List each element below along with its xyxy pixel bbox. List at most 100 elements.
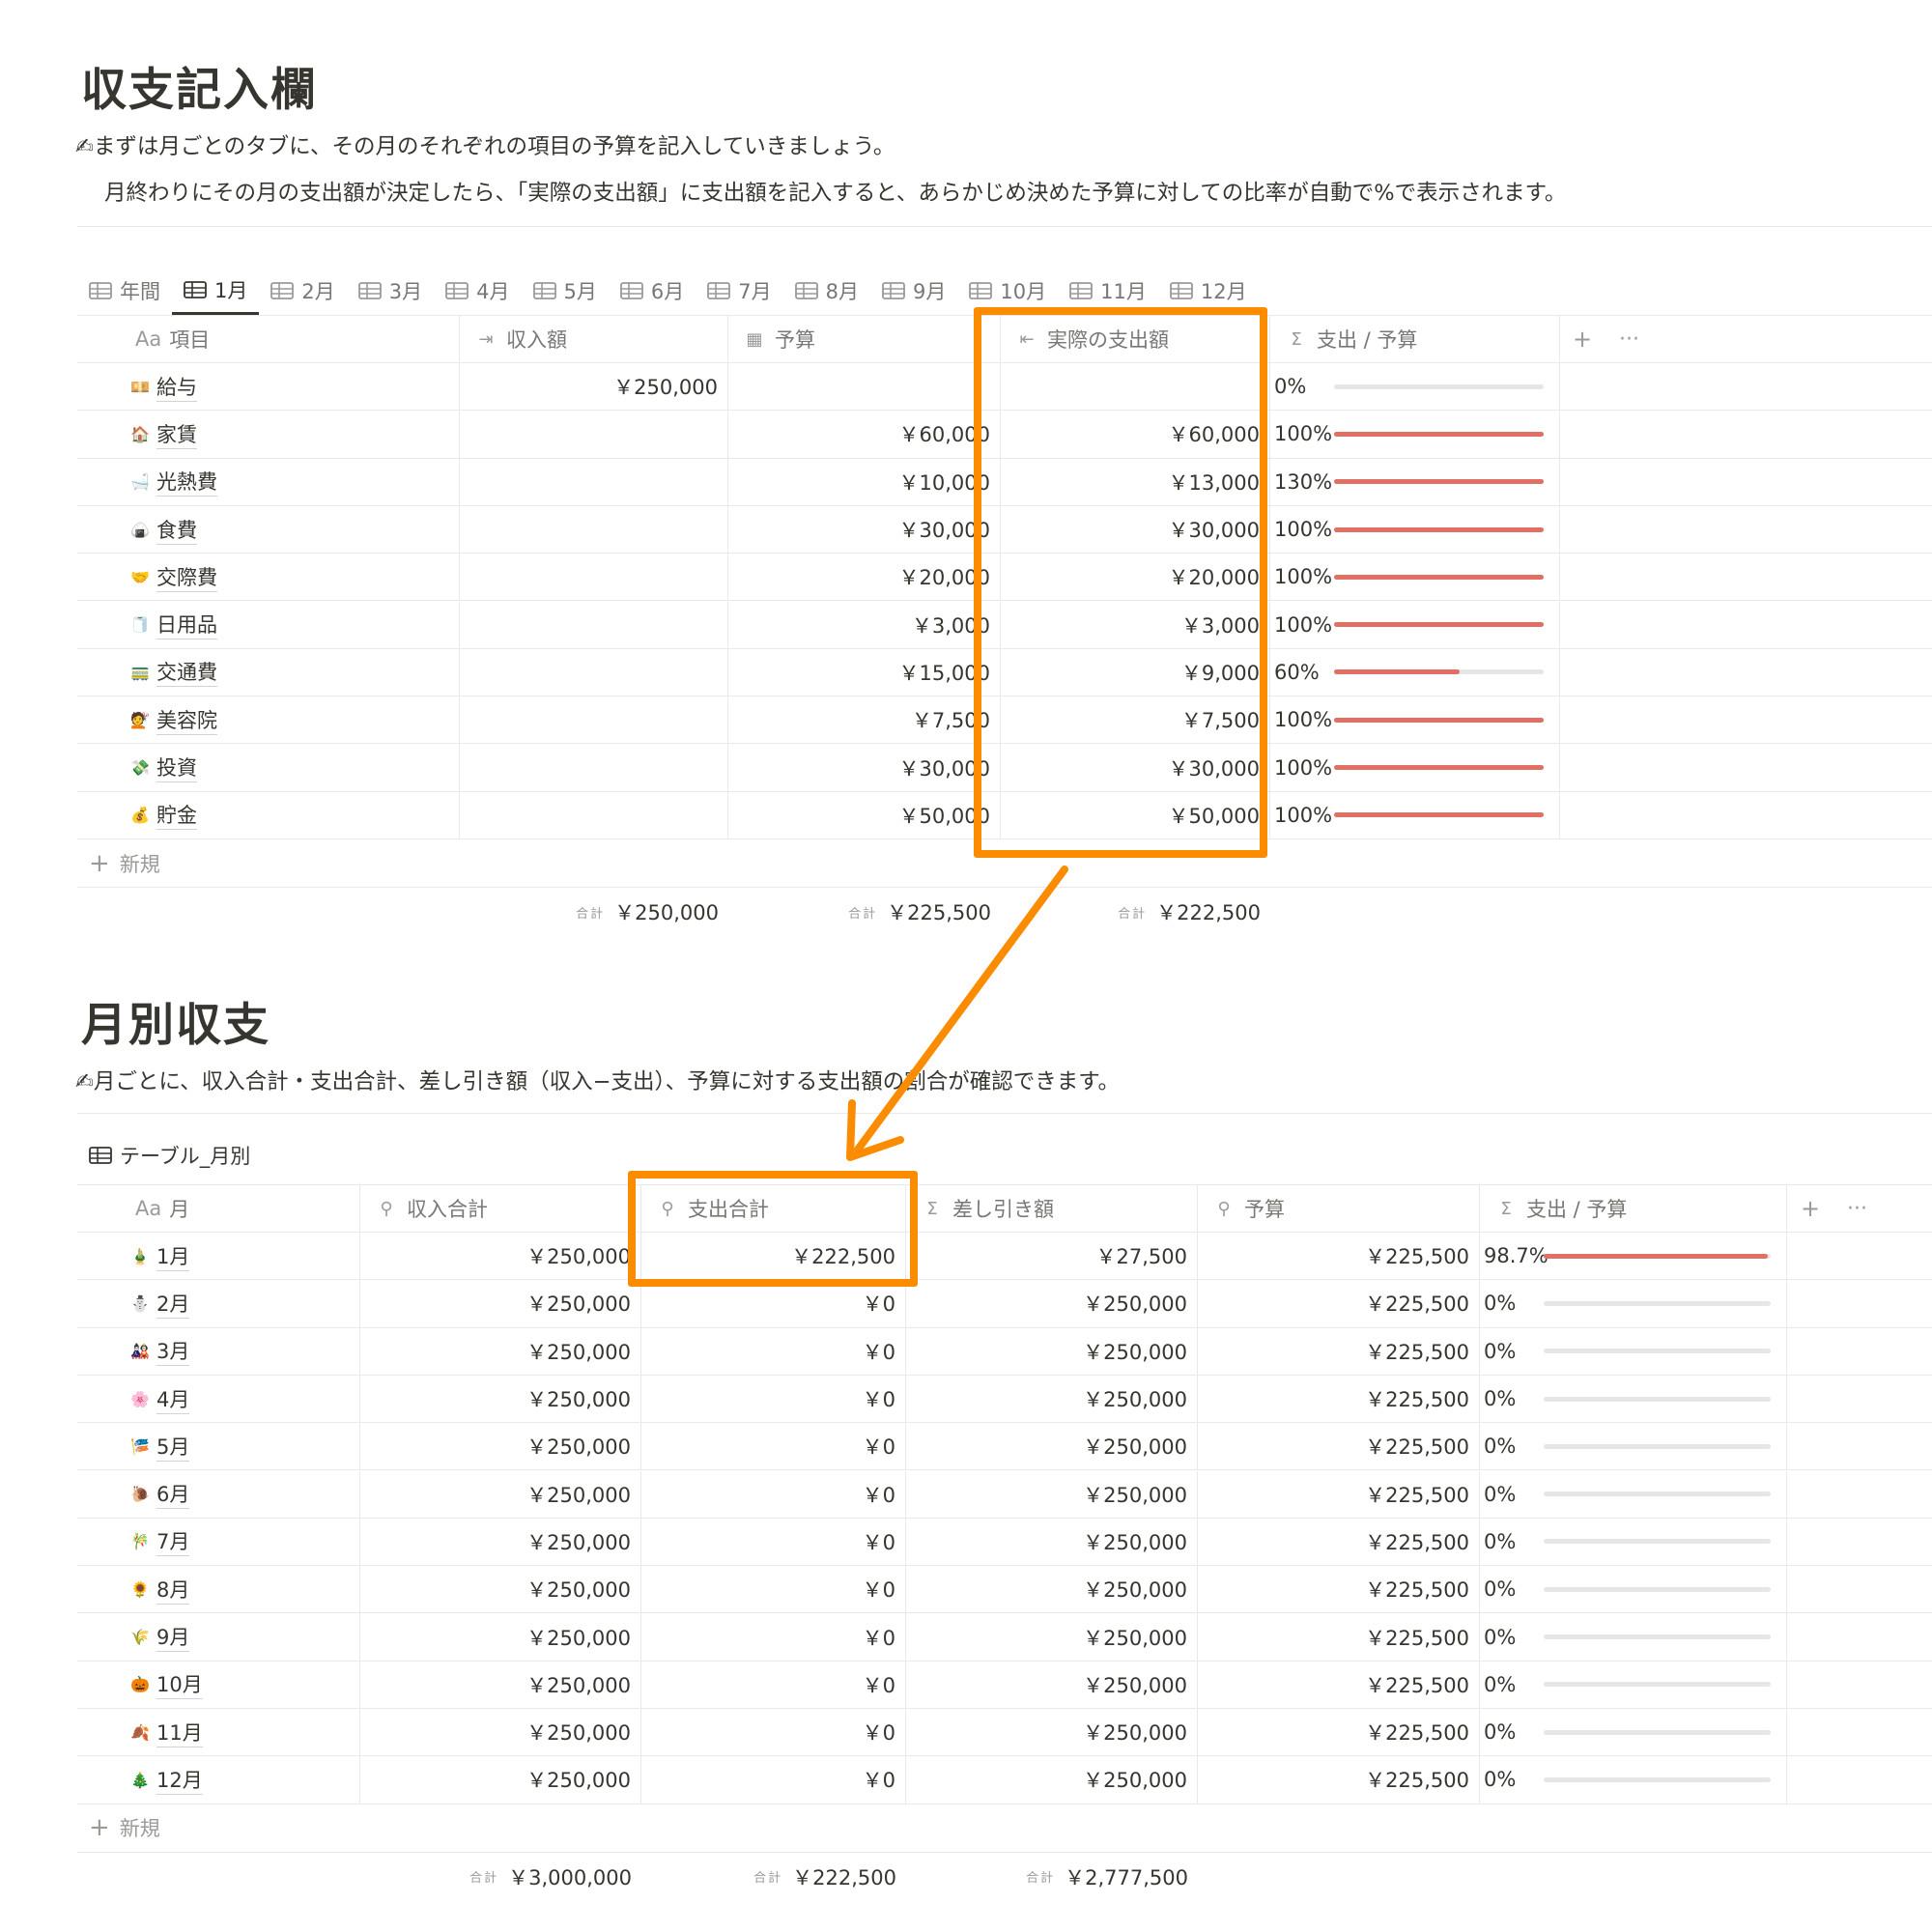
header-budget[interactable]: ▦ 予算	[728, 316, 1001, 362]
actual-expense-cell[interactable]: ￥13,000	[1001, 458, 1270, 505]
expense-total-cell[interactable]: ￥222,500	[641, 1233, 906, 1280]
table-row[interactable]: 🌸 4月 ￥250,000 ￥0 ￥250,000 ￥225,500 0%	[77, 1375, 1932, 1424]
month-name-cell[interactable]: 🎏 5月	[77, 1423, 360, 1470]
month-name-cell[interactable]: 🌾 9月	[77, 1613, 360, 1661]
tab-month-10[interactable]: 10月	[957, 267, 1058, 315]
income-cell[interactable]	[460, 648, 728, 696]
income-cell[interactable]	[460, 791, 728, 838]
difference-cell[interactable]: ￥250,000	[906, 1613, 1198, 1661]
tab-month-2[interactable]: 2月	[259, 267, 346, 315]
table-row[interactable]: 🌾 9月 ￥250,000 ￥0 ￥250,000 ￥225,500 0%	[77, 1613, 1932, 1662]
budget-cell[interactable]: ￥50,000	[728, 791, 1001, 838]
budget-cell[interactable]: ￥20,000	[728, 554, 1001, 601]
item-name-cell[interactable]: 🤝 交際費	[77, 554, 460, 601]
income-total-cell[interactable]: ￥250,000	[360, 1470, 641, 1518]
expense-total-cell[interactable]: ￥0	[641, 1661, 906, 1708]
income-total-cell[interactable]: ￥250,000	[360, 1518, 641, 1566]
actual-expense-cell[interactable]: ￥3,000	[1001, 601, 1270, 648]
expense-total-cell[interactable]: ￥0	[641, 1613, 906, 1661]
expense-total-cell[interactable]: ￥0	[641, 1470, 906, 1518]
actual-expense-cell[interactable]: ￥20,000	[1001, 554, 1270, 601]
income-total-cell[interactable]: ￥250,000	[360, 1756, 641, 1804]
actual-expense-cell[interactable]: ￥30,000	[1001, 505, 1270, 554]
expense-total-cell[interactable]: ￥0	[641, 1280, 906, 1327]
income-total-cell[interactable]: ￥250,000	[360, 1661, 641, 1708]
budget-cell[interactable]: ￥225,500	[1198, 1756, 1480, 1804]
budget-cell[interactable]: ￥225,500	[1198, 1280, 1480, 1327]
table-row[interactable]: 🧻 日用品 ￥3,000 ￥3,000 100%	[77, 601, 1932, 649]
income-total-cell[interactable]: ￥250,000	[360, 1375, 641, 1423]
tab-month-8[interactable]: 8月	[783, 267, 870, 315]
more-options-button[interactable]: ···	[1847, 1185, 1886, 1232]
income-cell[interactable]: ￥250,000	[460, 363, 728, 411]
budget-cell[interactable]: ￥15,000	[728, 648, 1001, 696]
expense-total-cell[interactable]: ￥0	[641, 1423, 906, 1470]
tab-month-9[interactable]: 9月	[870, 267, 957, 315]
income-total-cell[interactable]: ￥250,000	[360, 1566, 641, 1613]
actual-expense-cell[interactable]: ￥9,000	[1001, 648, 1270, 696]
month-name-cell[interactable]: ⛄ 2月	[77, 1280, 360, 1327]
add-column-button[interactable]: +	[1801, 1185, 1839, 1232]
difference-cell[interactable]: ￥250,000	[906, 1709, 1198, 1756]
table-row[interactable]: 🚃 交通費 ￥15,000 ￥9,000 60%	[77, 648, 1932, 697]
table-row[interactable]: 💇 美容院 ￥7,500 ￥7,500 100%	[77, 696, 1932, 745]
table-row[interactable]: 🎃 10月 ￥250,000 ￥0 ￥250,000 ￥225,500 0%	[77, 1661, 1932, 1709]
header-month[interactable]: Aa 月	[77, 1185, 360, 1232]
header-budget[interactable]: ⚲ 予算	[1198, 1185, 1480, 1232]
header-difference[interactable]: Σ 差し引き額	[906, 1185, 1198, 1232]
actual-expense-cell[interactable]: ￥50,000	[1001, 791, 1270, 838]
budget-cell[interactable]	[728, 363, 1001, 411]
income-cell[interactable]	[460, 458, 728, 505]
item-name-cell[interactable]: 💰 貯金	[77, 791, 460, 838]
income-cell[interactable]	[460, 601, 728, 648]
tab-month-7[interactable]: 7月	[696, 267, 782, 315]
item-name-cell[interactable]: 💸 投資	[77, 744, 460, 791]
table-row[interactable]: 🍙 食費 ￥30,000 ￥30,000 100%	[77, 505, 1932, 554]
difference-cell[interactable]: ￥250,000	[906, 1423, 1198, 1470]
expense-total-cell[interactable]: ￥0	[641, 1566, 906, 1613]
income-total-cell[interactable]: ￥250,000	[360, 1423, 641, 1470]
table-row[interactable]: 🌻 8月 ￥250,000 ￥0 ￥250,000 ￥225,500 0%	[77, 1566, 1932, 1614]
month-name-cell[interactable]: 🎋 7月	[77, 1518, 360, 1566]
table-row[interactable]: 🏠 家賃 ￥60,000 ￥60,000 100%	[77, 411, 1932, 459]
month-name-cell[interactable]: 🎍 1月	[77, 1233, 360, 1280]
actual-expense-cell[interactable]: ￥60,000	[1001, 411, 1270, 458]
table-row[interactable]: 🤝 交際費 ￥20,000 ￥20,000 100%	[77, 554, 1932, 602]
income-cell[interactable]	[460, 554, 728, 601]
income-cell[interactable]	[460, 505, 728, 554]
add-column-button[interactable]: +	[1573, 316, 1611, 362]
income-total-cell[interactable]: ￥250,000	[360, 1327, 641, 1375]
actual-expense-cell[interactable]: ￥7,500	[1001, 696, 1270, 744]
actual-expense-cell[interactable]: ￥30,000	[1001, 744, 1270, 791]
item-name-cell[interactable]: 🧻 日用品	[77, 601, 460, 648]
tab-month-1[interactable]: 1月	[172, 267, 260, 315]
tab-annual[interactable]: 年間	[77, 267, 172, 315]
income-cell[interactable]	[460, 744, 728, 791]
tab-month-12[interactable]: 12月	[1158, 267, 1259, 315]
expense-total-cell[interactable]: ￥0	[641, 1518, 906, 1566]
budget-cell[interactable]: ￥225,500	[1198, 1518, 1480, 1566]
budget-cell[interactable]: ￥225,500	[1198, 1423, 1480, 1470]
more-options-button[interactable]: ···	[1619, 316, 1658, 362]
budget-cell[interactable]: ￥225,500	[1198, 1470, 1480, 1518]
budget-cell[interactable]: ￥10,000	[728, 458, 1001, 505]
total-income[interactable]: 合計 ￥3,000,000	[360, 1853, 641, 1901]
item-name-cell[interactable]: 🍙 食費	[77, 505, 460, 554]
income-total-cell[interactable]: ￥250,000	[360, 1280, 641, 1327]
budget-cell[interactable]: ￥30,000	[728, 505, 1001, 554]
budget-cell[interactable]: ￥3,000	[728, 601, 1001, 648]
tab-month-4[interactable]: 4月	[434, 267, 521, 315]
table-row[interactable]: 🎍 1月 ￥250,000 ￥222,500 ￥27,500 ￥225,500 98.7%	[77, 1233, 1932, 1281]
month-name-cell[interactable]: 🐌 6月	[77, 1470, 360, 1518]
budget-cell[interactable]: ￥225,500	[1198, 1661, 1480, 1708]
budget-cell[interactable]: ￥225,500	[1198, 1709, 1480, 1756]
table-row[interactable]: 🛁 光熱費 ￥10,000 ￥13,000 130%	[77, 458, 1932, 506]
month-name-cell[interactable]: 🍂 11月	[77, 1709, 360, 1756]
income-total-cell[interactable]: ￥250,000	[360, 1709, 641, 1756]
expense-total-cell[interactable]: ￥0	[641, 1375, 906, 1423]
income-cell[interactable]	[460, 411, 728, 458]
difference-cell[interactable]: ￥250,000	[906, 1280, 1198, 1327]
budget-cell[interactable]: ￥30,000	[728, 744, 1001, 791]
month-name-cell[interactable]: 🌻 8月	[77, 1566, 360, 1613]
expense-total-cell[interactable]: ￥0	[641, 1327, 906, 1375]
